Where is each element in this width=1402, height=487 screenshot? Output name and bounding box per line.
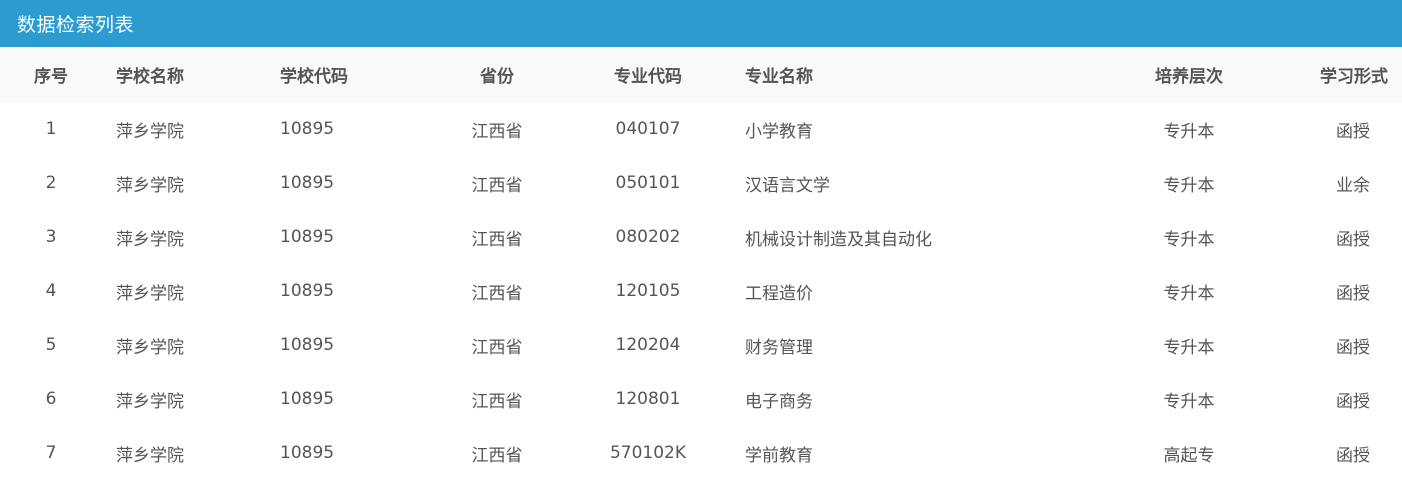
column-header-school-code: 学校代码 xyxy=(280,67,348,87)
cell-province: 江西省 xyxy=(471,445,523,466)
cell-study-form: 函授 xyxy=(1336,337,1370,358)
cell-major-name: 电子商务 xyxy=(745,391,813,412)
cell-major-name: 汉语言文学 xyxy=(745,175,830,196)
column-header-major-code: 专业代码 xyxy=(614,67,682,87)
column-header-school-name: 学校名称 xyxy=(116,67,184,87)
cell-level: 专升本 xyxy=(1163,175,1215,196)
table-body: 1 萍乡学院 10895 江西省 040107 小学教育 专升本 函授 2 萍乡… xyxy=(0,102,1402,480)
cell-province: 江西省 xyxy=(471,121,523,142)
cell-index: 6 xyxy=(45,389,57,409)
cell-school-code: 10895 xyxy=(280,389,335,409)
cell-study-form: 函授 xyxy=(1336,391,1370,412)
cell-major-name: 工程造价 xyxy=(745,283,813,304)
cell-major-name: 财务管理 xyxy=(745,337,813,358)
cell-major-code: 120204 xyxy=(615,335,681,355)
column-header-level: 培养层次 xyxy=(1155,67,1223,87)
cell-major-code: 120105 xyxy=(615,281,681,301)
cell-study-form: 函授 xyxy=(1336,283,1370,304)
cell-school-code: 10895 xyxy=(280,173,335,193)
cell-school-name: 萍乡学院 xyxy=(116,175,184,196)
cell-level: 专升本 xyxy=(1163,229,1215,250)
column-header-major-name: 专业名称 xyxy=(745,67,813,87)
cell-province: 江西省 xyxy=(471,175,523,196)
cell-study-form: 业余 xyxy=(1336,175,1370,196)
cell-school-code: 10895 xyxy=(280,443,335,463)
column-header-province: 省份 xyxy=(480,67,514,87)
cell-major-code: 570102K xyxy=(609,443,687,463)
cell-school-code: 10895 xyxy=(280,119,335,139)
cell-level: 专升本 xyxy=(1163,283,1215,304)
cell-index: 3 xyxy=(45,227,57,247)
cell-major-code: 120801 xyxy=(615,389,681,409)
table-row: 1 萍乡学院 10895 江西省 040107 小学教育 专升本 函授 xyxy=(0,102,1402,156)
cell-major-name: 小学教育 xyxy=(745,121,813,142)
cell-province: 江西省 xyxy=(471,229,523,250)
cell-major-code: 040107 xyxy=(615,119,681,139)
cell-level: 高起专 xyxy=(1163,445,1215,466)
cell-index: 5 xyxy=(45,335,57,355)
cell-school-name: 萍乡学院 xyxy=(116,337,184,358)
cell-index: 7 xyxy=(45,443,57,463)
column-header-study-form: 学习形式 xyxy=(1320,67,1388,87)
cell-study-form: 函授 xyxy=(1336,121,1370,142)
cell-school-name: 萍乡学院 xyxy=(116,391,184,412)
table-row: 3 萍乡学院 10895 江西省 080202 机械设计制造及其自动化 专升本 … xyxy=(0,210,1402,264)
table-row: 6 萍乡学院 10895 江西省 120801 电子商务 专升本 函授 xyxy=(0,372,1402,426)
cell-index: 4 xyxy=(45,281,57,301)
panel-header: 数据检索列表 xyxy=(0,0,1402,47)
cell-level: 专升本 xyxy=(1163,337,1215,358)
cell-school-name: 萍乡学院 xyxy=(116,229,184,250)
cell-study-form: 函授 xyxy=(1336,445,1370,466)
cell-study-form: 函授 xyxy=(1336,229,1370,250)
table-row: 4 萍乡学院 10895 江西省 120105 工程造价 专升本 函授 xyxy=(0,264,1402,318)
table-header-row: 序号 学校名称 学校代码 省份 专业代码 专业名称 培养层次 学习形式 xyxy=(0,47,1402,102)
cell-index: 1 xyxy=(45,119,57,139)
cell-school-name: 萍乡学院 xyxy=(116,283,184,304)
cell-level: 专升本 xyxy=(1163,121,1215,142)
cell-school-code: 10895 xyxy=(280,227,335,247)
cell-major-name: 学前教育 xyxy=(745,445,813,466)
cell-major-code: 050101 xyxy=(615,173,681,193)
panel-title: 数据检索列表 xyxy=(17,14,135,36)
cell-province: 江西省 xyxy=(471,283,523,304)
cell-school-name: 萍乡学院 xyxy=(116,121,184,142)
cell-index: 2 xyxy=(45,173,57,193)
cell-school-code: 10895 xyxy=(280,335,335,355)
table-row: 5 萍乡学院 10895 江西省 120204 财务管理 专升本 函授 xyxy=(0,318,1402,372)
cell-province: 江西省 xyxy=(471,391,523,412)
cell-major-code: 080202 xyxy=(615,227,681,247)
table-row: 7 萍乡学院 10895 江西省 570102K 学前教育 高起专 函授 xyxy=(0,426,1402,480)
cell-school-name: 萍乡学院 xyxy=(116,445,184,466)
table-row: 2 萍乡学院 10895 江西省 050101 汉语言文学 专升本 业余 xyxy=(0,156,1402,210)
column-header-index: 序号 xyxy=(34,67,68,87)
cell-province: 江西省 xyxy=(471,337,523,358)
cell-level: 专升本 xyxy=(1163,391,1215,412)
cell-major-name: 机械设计制造及其自动化 xyxy=(745,229,932,250)
cell-school-code: 10895 xyxy=(280,281,335,301)
